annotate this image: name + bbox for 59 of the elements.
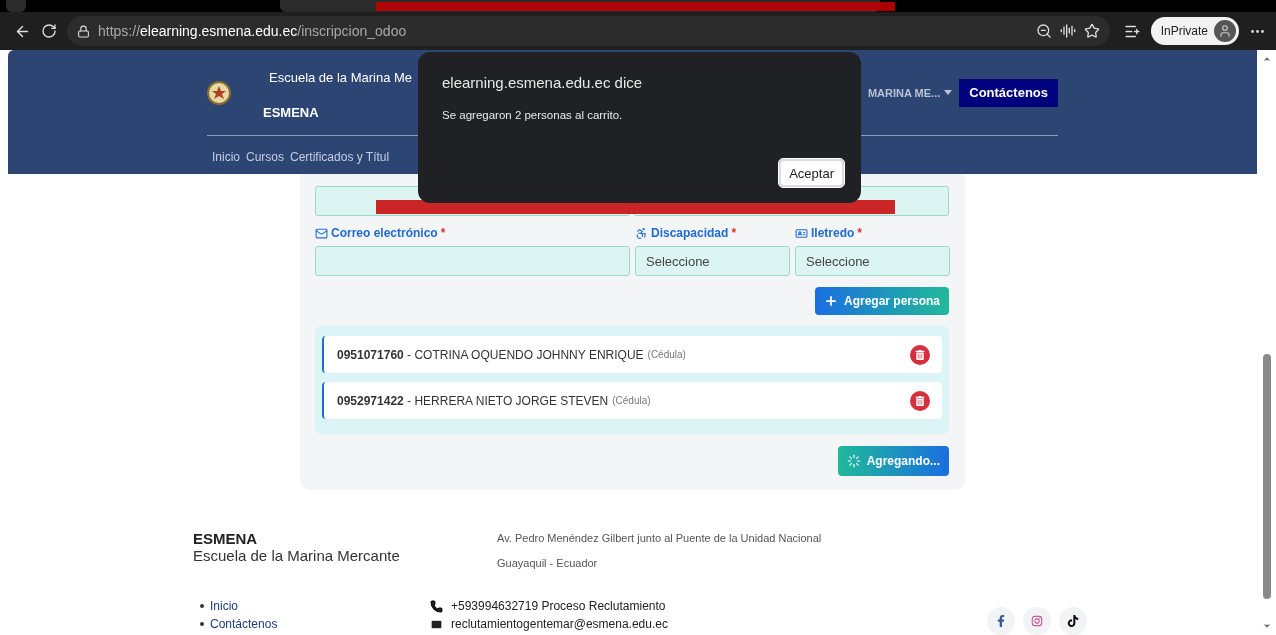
facebook-icon[interactable] [987,607,1015,635]
scroll-up-icon[interactable] [1261,54,1272,64]
site-title: Escuela de la Marina Me [269,69,413,85]
zoom-out-icon[interactable] [1035,23,1052,39]
emblem-icon [207,79,231,106]
field-label: Discapacidad [651,226,729,240]
nav-dropdown[interactable]: MARINA ME... [867,86,953,99]
required-mark: * [440,226,446,240]
scroll-thumb[interactable] [1262,354,1271,599]
dialog-title: elearning.esmena.edu.ec dice [442,74,644,91]
spinner-icon [846,454,861,468]
trash-icon [915,395,925,406]
profile-button[interactable]: InPrivate [1150,17,1239,45]
nav-link[interactable]: Cursos [246,150,285,164]
instagram-icon[interactable] [1023,607,1051,635]
brand-name: ESMENA [263,104,320,120]
contact-button[interactable]: Contáctenos [959,78,1058,107]
footer-link[interactable]: Contáctenos [210,617,278,631]
read-aloud-icon[interactable] [1059,23,1076,39]
contact-text: +593994632719 Proceso Reclutamiento [451,599,666,613]
id-card-icon [795,226,808,240]
bullet-icon [200,622,204,626]
field-label: Correo electrónico [331,226,438,240]
lock-icon [77,24,90,38]
dialog-message: Se agregaron 2 personas al carrito. [442,109,624,121]
document-type: (Cédula) [612,395,651,406]
bullet-icon [200,604,204,608]
avatar-icon [1214,20,1236,42]
plus-icon [823,294,838,308]
star-icon[interactable] [1083,23,1100,39]
caret-icon [944,90,953,95]
phone-icon [430,599,443,613]
footer-link[interactable]: Inicio [210,599,238,613]
delete-button[interactable] [910,390,930,411]
select-field[interactable]: Seleccione [795,246,950,276]
person-label: 0952971422 - HERRERA NIETO JORGE STEVEN [337,393,609,408]
trash-icon [915,349,925,360]
scroll-down-icon[interactable] [1261,621,1272,631]
accept-button[interactable]: Aceptar [779,159,844,187]
delete-button[interactable] [910,344,930,365]
reload-icon[interactable] [41,23,57,39]
nav-link[interactable]: Inicio [212,150,240,164]
contact-text: reclutamientogentemar@esmena.edu.ec [451,617,668,631]
nav-link[interactable]: Certificados y Títul [290,150,390,164]
address-line: Guayaquil - Ecuador [497,557,599,569]
required-mark: * [857,226,862,240]
tiktok-icon[interactable] [1059,607,1087,635]
wheelchair-icon [635,226,648,240]
input-field[interactable] [315,246,630,276]
required-mark: * [731,226,737,240]
document-type: (Cédula) [647,349,686,360]
person-label: 0951071760 - COTRINA OQUENDO JOHNNY ENRIQUE [337,347,644,362]
footer-brand: ESMENA [193,530,259,547]
add-person-button[interactable]: Agregar persona [814,287,949,315]
select-field[interactable]: Seleccione [635,246,790,276]
field-label: Iletredo [811,226,855,240]
address-bar[interactable]: https://elearning.esmena.edu.ec/inscripcion_odoo [67,16,1110,46]
address-line: Av. Pedro Menéndez Gilbert junto al Puente de la Unidad Nacional [497,532,822,544]
footer-subtitle: Escuela de la Marina Mercante [193,547,401,564]
